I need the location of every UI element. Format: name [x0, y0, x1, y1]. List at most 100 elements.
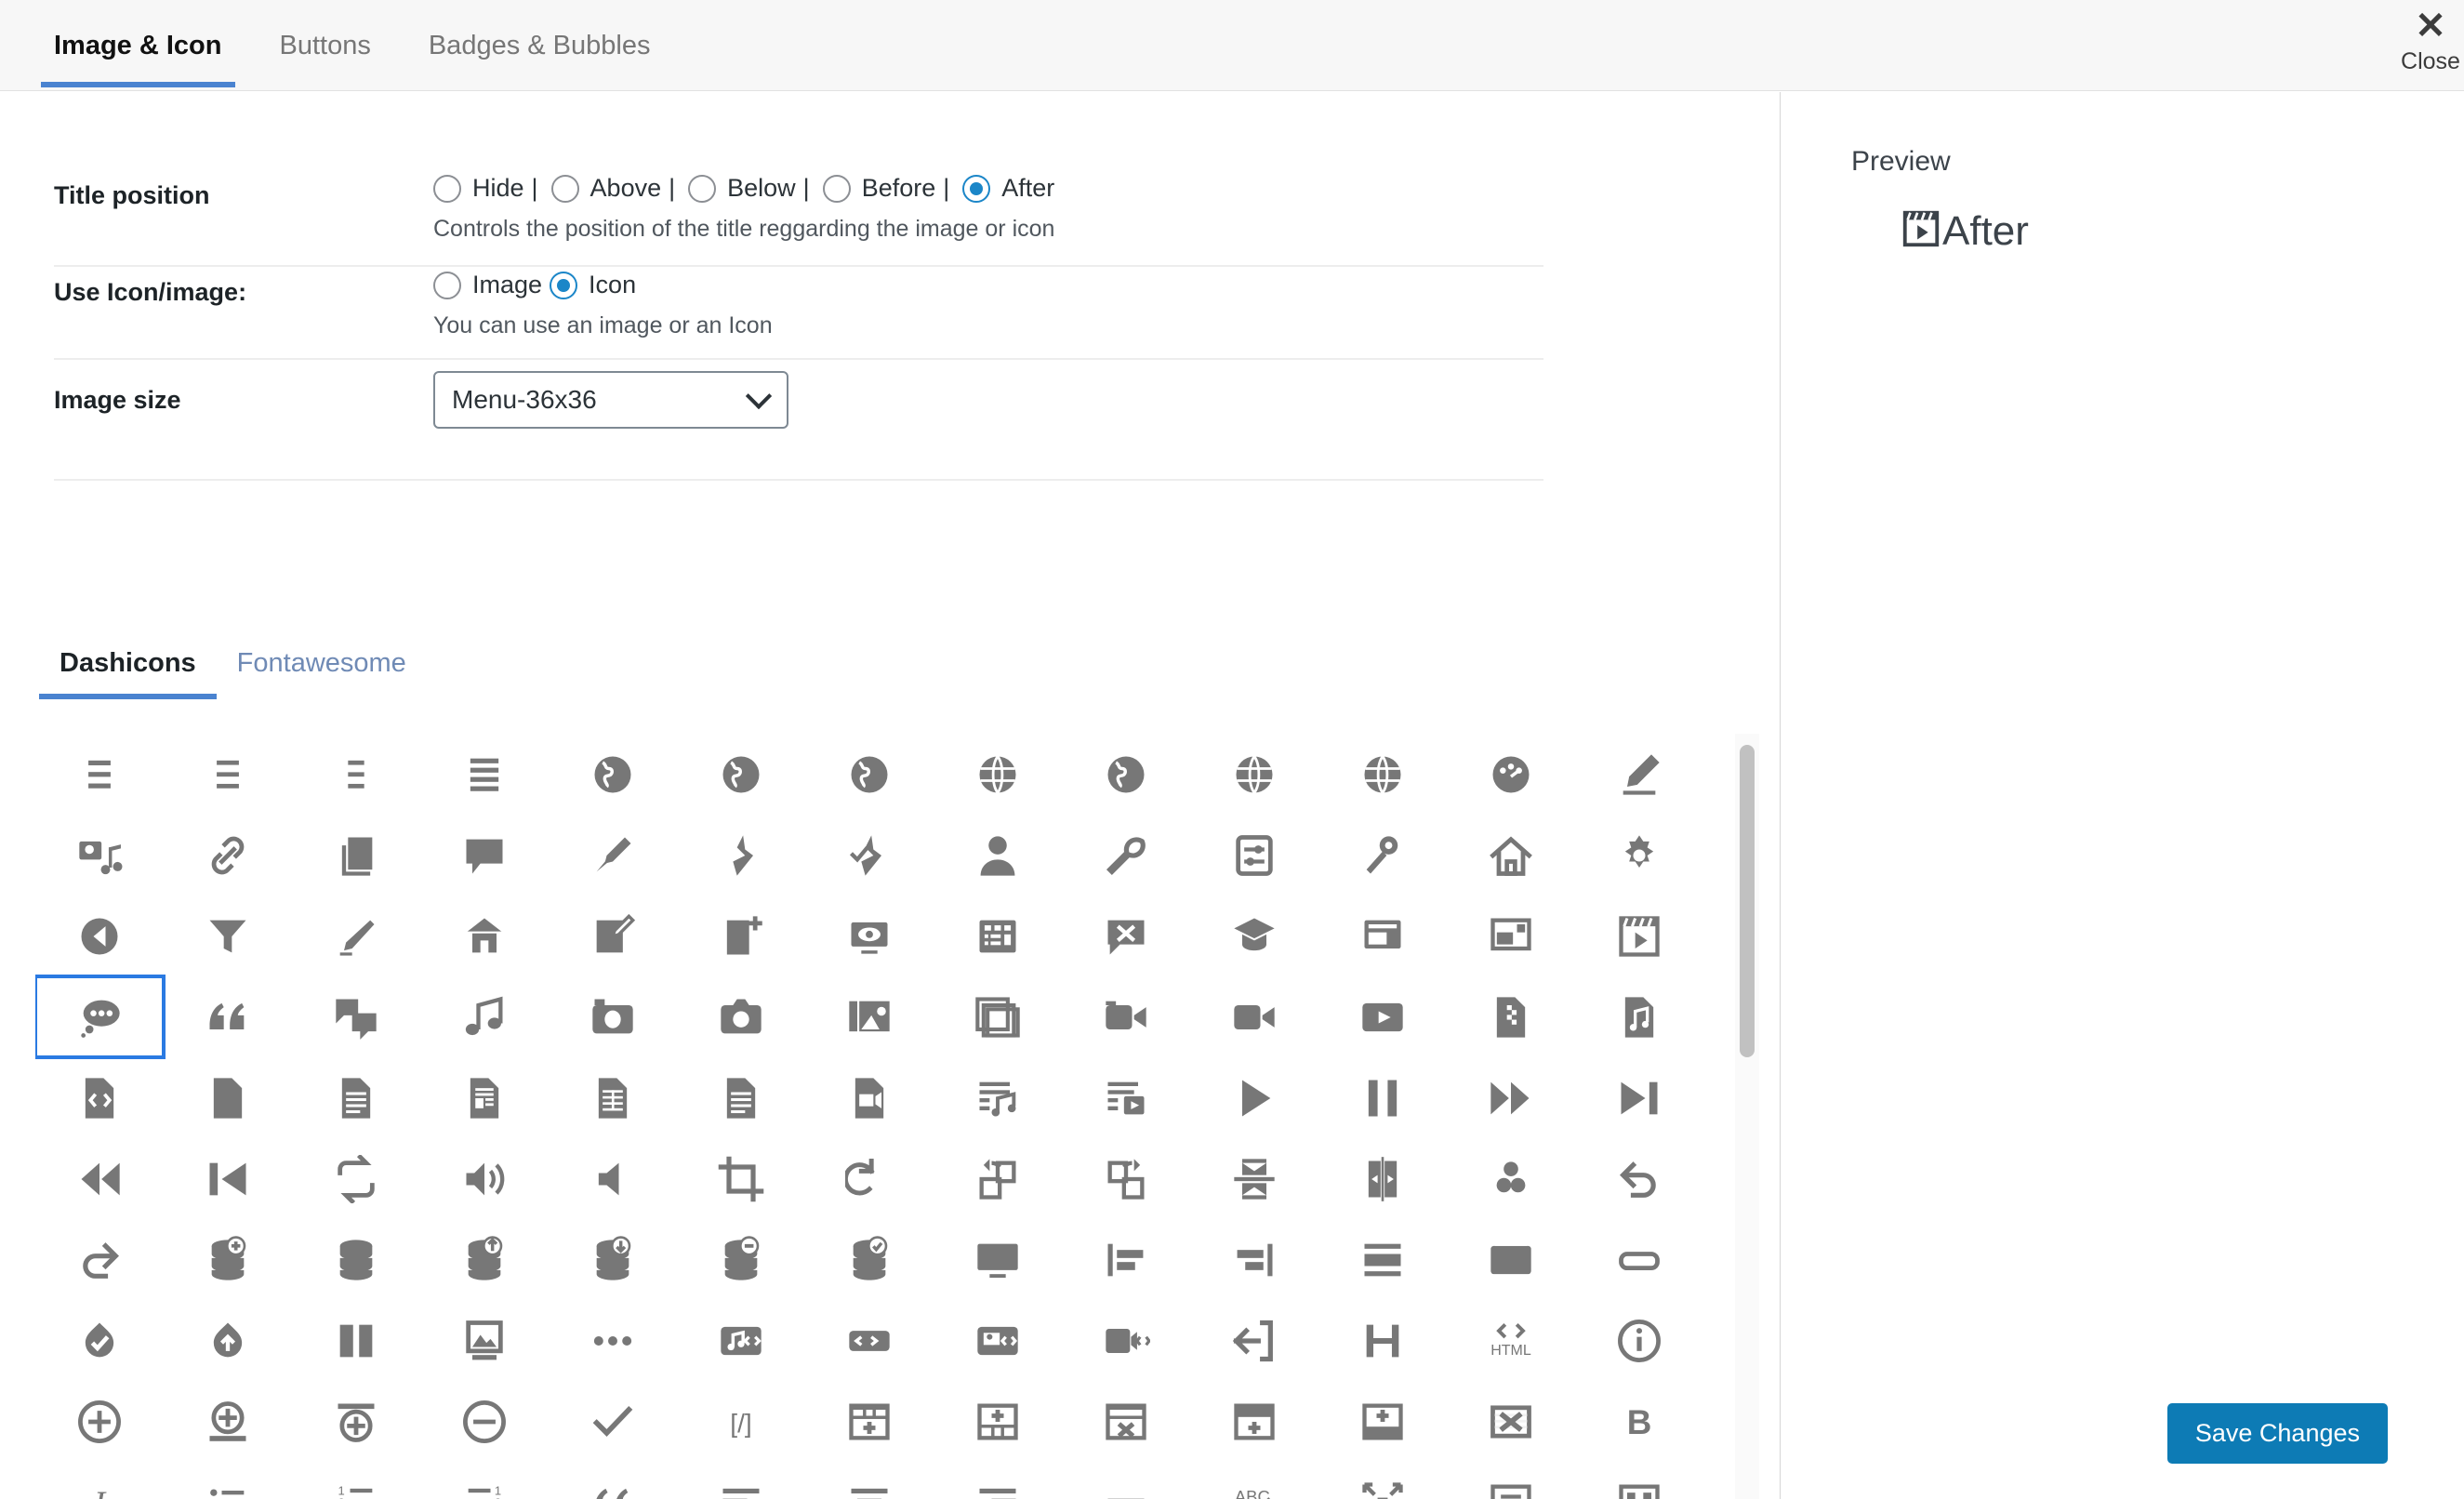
icon-cell-controls-skipback-icon[interactable]: [164, 1138, 292, 1219]
icon-cell-image-flip-vertical-icon[interactable]: [1447, 895, 1575, 976]
icon-cell-editor-alignleft-icon[interactable]: [677, 1462, 805, 1499]
icon-grid-scrollbar-thumb[interactable]: [1740, 745, 1755, 1057]
icon-cell-editor-aligncenter-icon[interactable]: [805, 1462, 934, 1499]
icon-grid-scrollbar-track[interactable]: [1735, 734, 1759, 1499]
icon-cell-editor-expand-icon[interactable]: [1318, 1462, 1447, 1499]
close-button[interactable]: ✕ Close: [2375, 7, 2464, 75]
tab-badges-and-bubbles[interactable]: Badges & Bubbles: [410, 0, 669, 91]
tab-buttons[interactable]: Buttons: [261, 0, 390, 91]
icon-cell-controls-volumeon-icon[interactable]: [420, 1138, 549, 1219]
icon-cell-admin-appearance-icon[interactable]: [549, 815, 677, 895]
icon-cell-welcome-view-site-icon[interactable]: [805, 895, 934, 976]
icon-cell-globe-icon[interactable]: [1190, 734, 1318, 815]
save-changes-button[interactable]: Save Changes: [2166, 1403, 2388, 1464]
icon-cell-align-full-width-icon[interactable]: [1190, 1138, 1318, 1219]
icon-cell-table-row-after-icon[interactable]: [1190, 1381, 1318, 1462]
icon-cell-media-spreadsheet-icon[interactable]: [549, 1057, 677, 1138]
icon-cell-dashboard-icon[interactable]: [1447, 734, 1575, 815]
image-size-select[interactable]: Menu-36x36: [433, 371, 788, 429]
icon-cell-database-import-icon[interactable]: [549, 1219, 677, 1300]
icon-cell-columns-icon[interactable]: [292, 1300, 420, 1381]
icon-cell-welcome-write-blog-icon[interactable]: [549, 895, 677, 976]
icon-cell-controls-skipforward-icon[interactable]: [1575, 1057, 1703, 1138]
icon-cell-menu-icon[interactable]: [35, 734, 164, 815]
icon-cell-image-rotate-right-icon[interactable]: [934, 1138, 1062, 1219]
icon-cell-database-view-icon[interactable]: [805, 1219, 934, 1300]
icon-cell-menu-alt3-icon[interactable]: [420, 734, 549, 815]
icon-cell-insert-icon[interactable]: [35, 1381, 164, 1462]
icon-cell-admin-site-alt2-icon[interactable]: [805, 734, 934, 815]
icon-cell-admin-media-icon[interactable]: [35, 815, 164, 895]
icon-cell-cloud-upload-icon[interactable]: [164, 1300, 292, 1381]
icon-cell-media-default-icon[interactable]: [164, 1057, 292, 1138]
icon-cell-controls-pause-icon[interactable]: [1318, 1057, 1447, 1138]
icon-cell-images-alt-icon[interactable]: [805, 976, 934, 1057]
icon-cell-cloud-saved-icon[interactable]: [35, 1300, 164, 1381]
icon-cell-format-chat-icon[interactable]: [292, 976, 420, 1057]
icon-cell-globe-alt-icon[interactable]: [1318, 734, 1447, 815]
icon-cell-database-export-icon[interactable]: [420, 1219, 549, 1300]
icon-cell-format-quote-icon[interactable]: [164, 976, 292, 1057]
icon-cell-table-col-after-icon[interactable]: [805, 1381, 934, 1462]
icon-cell-table-col-delete-icon[interactable]: [1062, 1381, 1190, 1462]
radio-icon[interactable]: [550, 271, 578, 299]
icon-cell-media-video-icon[interactable]: [805, 1057, 934, 1138]
icon-cell-controls-forward-icon[interactable]: [1447, 1057, 1575, 1138]
icon-cell-controls-repeat-icon[interactable]: [292, 1138, 420, 1219]
tab-fontawesome[interactable]: Fontawesome: [217, 648, 427, 699]
icon-cell-editor-bold-icon[interactable]: B: [1575, 1381, 1703, 1462]
icon-cell-insert-before-icon[interactable]: [292, 1381, 420, 1462]
tab-image-and-icon[interactable]: Image & Icon: [35, 0, 241, 91]
icon-cell-admin-home-icon[interactable]: [1447, 815, 1575, 895]
icon-cell-welcome-add-page-icon[interactable]: [677, 895, 805, 976]
icon-cell-editor-alignright-icon[interactable]: [934, 1462, 1062, 1499]
icon-cell-video-alt3-icon[interactable]: [1318, 976, 1447, 1057]
radio-image[interactable]: [433, 271, 461, 299]
icon-cell-editor-quote-icon[interactable]: [549, 1462, 677, 1499]
icon-cell-video-alt2-icon[interactable]: [1190, 976, 1318, 1057]
icon-cell-embed-audio-icon[interactable]: [677, 1300, 805, 1381]
icon-cell-admin-network-icon[interactable]: [1318, 815, 1447, 895]
icon-cell-admin-multisite-icon[interactable]: [420, 895, 549, 976]
icon-cell-editor-ol-icon[interactable]: 123: [292, 1462, 420, 1499]
tab-dashicons[interactable]: Dashicons: [39, 648, 217, 699]
icon-cell-info-icon[interactable]: [1575, 1300, 1703, 1381]
icon-cell-format-video-icon[interactable]: [1575, 895, 1703, 976]
icon-cell-controls-back-icon[interactable]: [35, 1138, 164, 1219]
icon-cell-admin-site-icon[interactable]: [549, 734, 677, 815]
icon-cell-admin-tools-icon[interactable]: [1062, 815, 1190, 895]
icon-cell-editor-spellcheck-icon[interactable]: ABC: [1190, 1462, 1318, 1499]
icon-cell-admin-comments-icon[interactable]: [420, 815, 549, 895]
icon-cell-table-col-before-icon[interactable]: [934, 1381, 1062, 1462]
icon-cell-media-archive-icon[interactable]: [1447, 976, 1575, 1057]
icon-cell-editor-insertmore-icon[interactable]: [1062, 1462, 1190, 1499]
icon-cell-images-alt2-icon[interactable]: [934, 976, 1062, 1057]
icon-cell-align-left-icon[interactable]: [1062, 1219, 1190, 1300]
icon-cell-image-flip-horizontal-icon[interactable]: [1062, 1138, 1190, 1219]
icon-cell-embed-post-icon[interactable]: [934, 1300, 1062, 1381]
icon-cell-embed-generic-icon[interactable]: [805, 1300, 934, 1381]
icon-cell-camera-alt-icon[interactable]: [677, 976, 805, 1057]
icon-cell-saved-icon[interactable]: [549, 1381, 677, 1462]
icon-cell-welcome-comments-icon[interactable]: [1062, 895, 1190, 976]
icon-cell-align-right-icon[interactable]: [1190, 1219, 1318, 1300]
icon-cell-editor-contract-icon[interactable]: [1447, 1462, 1575, 1499]
icon-cell-admin-settings-icon[interactable]: [1190, 815, 1318, 895]
icon-cell-admin-users-icon[interactable]: [934, 815, 1062, 895]
icon-cell-admin-site-alt3-icon[interactable]: [934, 734, 1062, 815]
icon-cell-welcome-widgets-menus-icon[interactable]: [934, 895, 1062, 976]
icon-cell-admin-page-icon[interactable]: [292, 815, 420, 895]
icon-cell-welcome-learn-more-icon[interactable]: [1190, 895, 1318, 976]
icon-cell-media-text-icon[interactable]: [677, 1057, 805, 1138]
icon-cell-admin-links-icon[interactable]: [164, 815, 292, 895]
icon-cell-insert-after-icon[interactable]: [164, 1381, 292, 1462]
icon-cell-admin-collapse-icon[interactable]: [35, 895, 164, 976]
icon-cell-remove-icon[interactable]: [420, 1381, 549, 1462]
icon-cell-filter-icon[interactable]: [164, 895, 292, 976]
icon-cell-database-icon[interactable]: [292, 1219, 420, 1300]
icon-cell-admin-plugins-icon[interactable]: [677, 815, 805, 895]
icon-cell-smartphone-icon[interactable]: [1575, 1219, 1703, 1300]
icon-cell-image-crop-icon[interactable]: [677, 1138, 805, 1219]
icon-cell-controls-volumeoff-icon[interactable]: [549, 1138, 677, 1219]
icon-cell-admin-customizer-icon[interactable]: [292, 895, 420, 976]
